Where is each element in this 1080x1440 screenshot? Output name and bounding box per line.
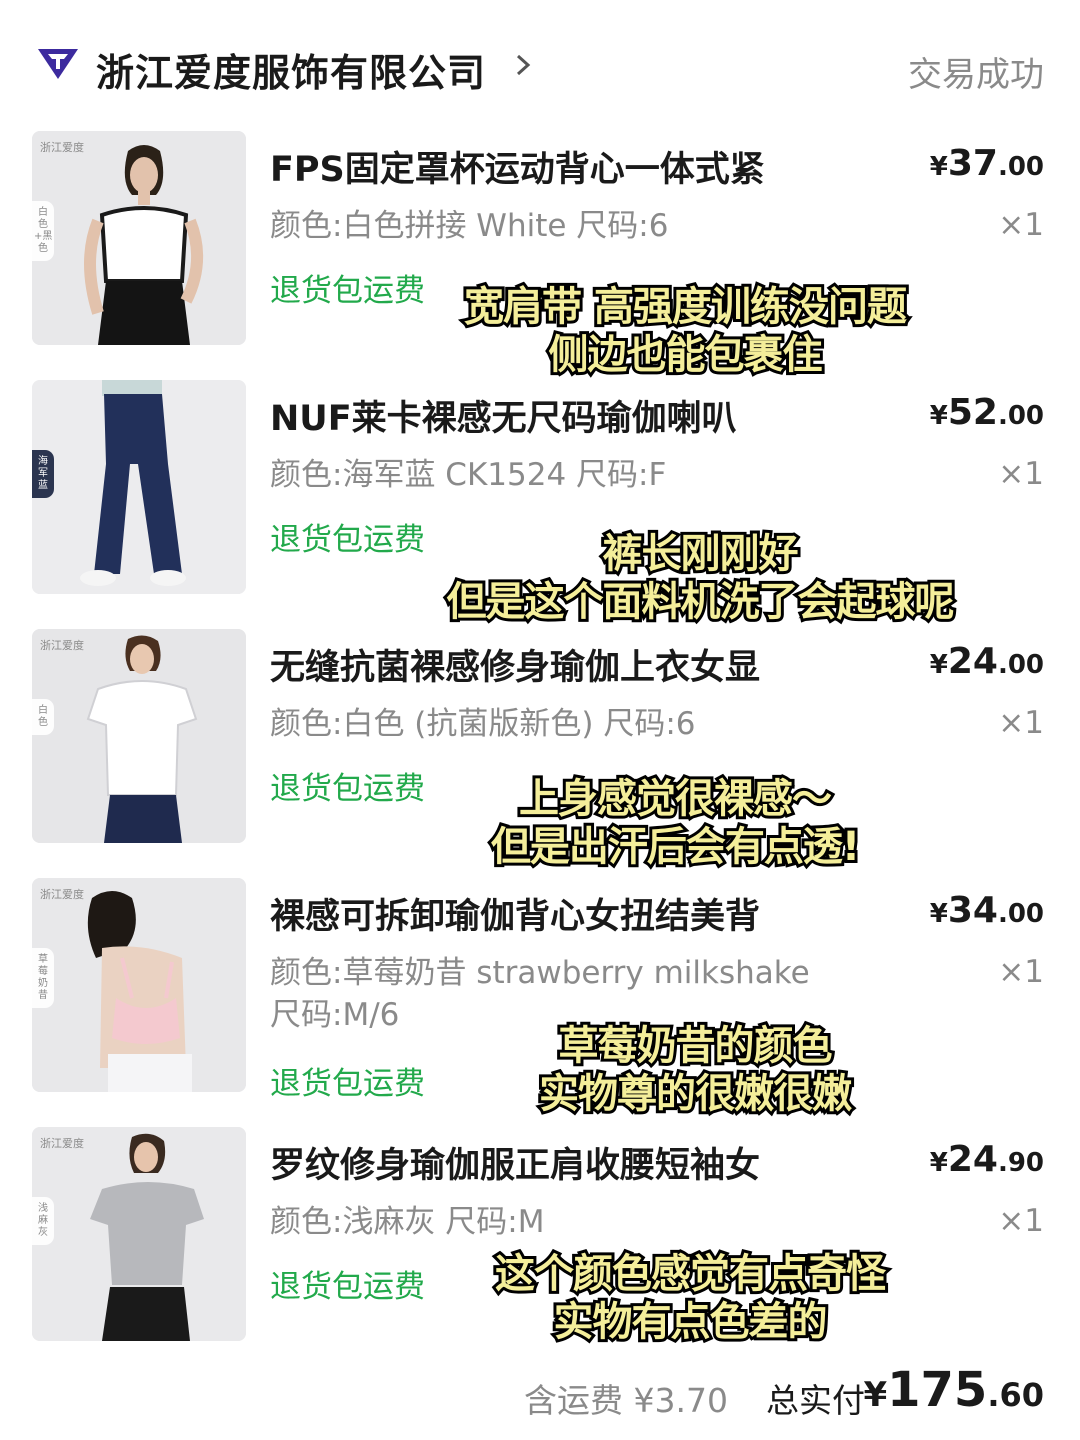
thumbnail-color-tag: 浅麻灰: [32, 1197, 54, 1245]
caption-line: 宽肩带 高强度训练没问题: [461, 281, 910, 333]
model-photo: [32, 1127, 246, 1341]
product-quantity: ×1: [998, 705, 1044, 741]
price-integer: 34: [947, 890, 998, 931]
product-spec: 颜色:白色 (抗菌版新色) 尺码:6: [270, 706, 696, 742]
price-integer: 175: [887, 1362, 988, 1418]
price-integer: 37: [947, 143, 998, 184]
product-price: ¥52.00: [930, 392, 1044, 433]
price-currency: ¥: [863, 1375, 888, 1415]
caption-overlay: 这个颜色感觉有点奇怪 实物有点色差的: [450, 1248, 930, 1348]
return-shipping-badge[interactable]: 退货包运费: [270, 1261, 425, 1306]
diamond-logo-icon: [38, 49, 78, 79]
product-thumbnail[interactable]: 海军蓝: [32, 380, 246, 594]
caption-line: 裤长刚刚好: [600, 528, 802, 580]
price-integer: 52: [947, 392, 998, 433]
price-decimal: .00: [997, 152, 1044, 182]
model-photo: [32, 131, 246, 345]
caption-line: 侧边也能包裹住: [546, 329, 826, 381]
thumbnail-brand-label: 浙江爱度: [40, 639, 84, 652]
total-paid-label: 总实付: [766, 1381, 865, 1420]
return-shipping-badge[interactable]: 退货包运费: [270, 265, 425, 310]
thumbnail-color-tag: 白色: [32, 699, 54, 735]
product-title[interactable]: 罗纹修身瑜伽服正肩收腰短袖女: [270, 1137, 760, 1188]
chevron-right-icon[interactable]: [512, 48, 536, 82]
shop-header[interactable]: 浙江爱度服饰有限公司 交易成功: [0, 0, 1080, 125]
price-decimal: .90: [997, 1148, 1044, 1178]
caption-overlay: 宽肩带 高强度训练没问题 侧边也能包裹住: [410, 281, 960, 381]
price-integer: 24: [947, 641, 998, 682]
product-spec: 颜色:浅麻灰 尺码:M: [270, 1204, 545, 1240]
price-decimal: .00: [997, 899, 1044, 929]
price-decimal: .60: [987, 1376, 1044, 1414]
price-currency: ¥: [929, 899, 948, 929]
caption-line: 草莓奶昔的颜色: [556, 1020, 836, 1072]
thumbnail-brand-label: 浙江爱度: [40, 888, 84, 901]
product-thumbnail[interactable]: 浙江爱度 白色: [32, 629, 246, 843]
price-integer: 24: [947, 1139, 998, 1180]
product-thumbnail[interactable]: 浙江爱度 白色+黑色: [32, 131, 246, 345]
product-price: ¥24.00: [930, 641, 1044, 682]
order-total-bar: 含运费 ¥3.70 总实付 ¥175.60: [0, 1360, 1080, 1430]
price-decimal: .00: [997, 650, 1044, 680]
product-quantity: ×1: [998, 954, 1044, 990]
shop-name[interactable]: 浙江爱度服饰有限公司: [96, 42, 486, 97]
price-decimal: .00: [997, 401, 1044, 431]
product-quantity: ×1: [998, 207, 1044, 243]
caption-line: 但是出汗后会有点透!: [488, 821, 863, 873]
price-currency: ¥: [929, 1148, 948, 1178]
model-photo: [32, 878, 246, 1092]
product-spec: 颜色:海军蓝 CK1524 尺码:F: [270, 457, 667, 493]
product-spec: 颜色:白色拼接 White 尺码:6: [270, 208, 669, 244]
order-status: 交易成功: [908, 55, 1044, 95]
caption-line: 上身感觉很裸感～: [516, 773, 835, 825]
model-photo: [32, 380, 246, 594]
price-currency: ¥: [929, 650, 948, 680]
thumbnail-brand-label: 浙江爱度: [40, 1137, 84, 1150]
caption-line: 实物尊的很嫩很嫩: [536, 1068, 855, 1120]
product-title[interactable]: 裸感可拆卸瑜伽背心女扭结美背: [270, 888, 760, 939]
price-currency: ¥: [929, 152, 948, 182]
order-detail-page: 浙江爱度服饰有限公司 交易成功 浙江爱度 白色+黑色 FPS固定罩杯运动背心一体…: [0, 0, 1080, 1440]
shipping-fee: 含运费 ¥3.70: [524, 1381, 728, 1420]
thumbnail-color-tag: 海军蓝: [32, 450, 54, 498]
caption-line: 实物有点色差的: [551, 1296, 831, 1348]
product-thumbnail[interactable]: 浙江爱度 草莓奶昔: [32, 878, 246, 1092]
product-quantity: ×1: [998, 456, 1044, 492]
caption-overlay: 裤长刚刚好 但是这个面料机洗了会起球呢: [380, 528, 1020, 628]
return-shipping-badge[interactable]: 退货包运费: [270, 763, 425, 808]
product-price: ¥37.00: [930, 143, 1044, 184]
model-photo: [32, 629, 246, 843]
product-price: ¥24.90: [930, 1139, 1044, 1180]
return-shipping-badge[interactable]: 退货包运费: [270, 1058, 425, 1103]
product-quantity: ×1: [998, 1203, 1044, 1239]
thumbnail-brand-label: 浙江爱度: [40, 141, 84, 154]
product-title[interactable]: FPS固定罩杯运动背心一体式紧: [270, 141, 765, 192]
caption-overlay: 草莓奶昔的颜色 实物尊的很嫩很嫩: [490, 1020, 900, 1120]
total-paid-amount: ¥175.60: [863, 1362, 1044, 1418]
product-title[interactable]: NUF莱卡裸感无尺码瑜伽喇叭: [270, 390, 737, 441]
product-title[interactable]: 无缝抗菌裸感修身瑜伽上衣女显: [270, 639, 760, 690]
price-currency: ¥: [929, 401, 948, 431]
thumbnail-color-tag: 草莓奶昔: [32, 948, 54, 1008]
thumbnail-color-tag: 白色+黑色: [32, 201, 54, 261]
product-price: ¥34.00: [930, 890, 1044, 931]
caption-line: 这个颜色感觉有点奇怪: [492, 1248, 889, 1300]
caption-overlay: 上身感觉很裸感～ 但是出汗后会有点透!: [440, 773, 910, 873]
caption-line: 但是这个面料机洗了会起球呢: [444, 576, 958, 628]
product-thumbnail[interactable]: 浙江爱度 浅麻灰: [32, 1127, 246, 1341]
